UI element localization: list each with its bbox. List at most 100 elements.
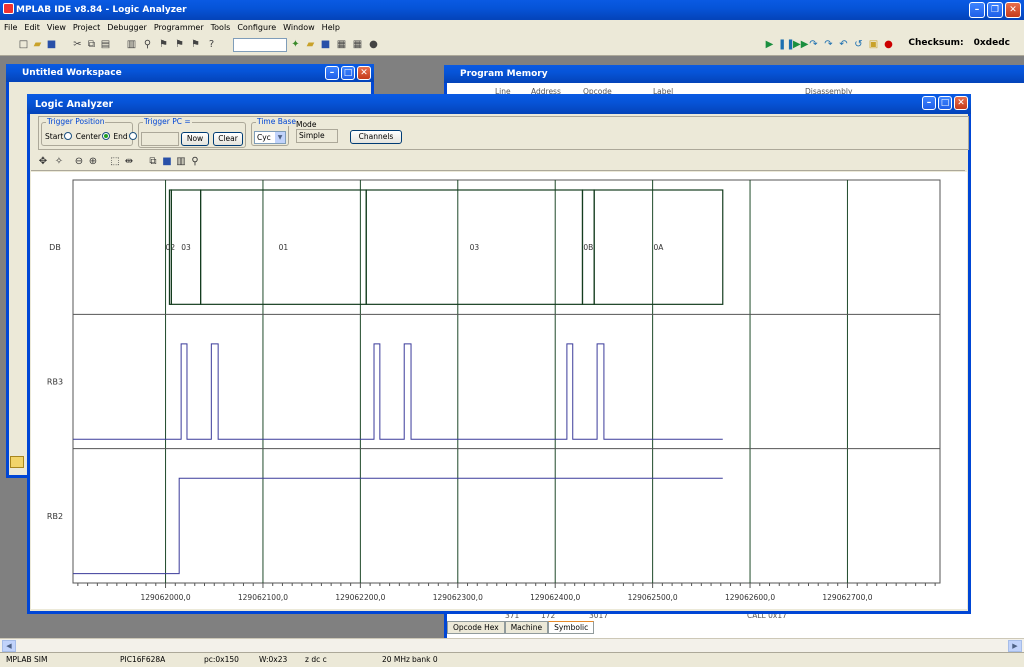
paste-icon[interactable]: ▤	[100, 39, 111, 50]
fit-icon[interactable]: ⇹	[123, 156, 135, 168]
workspace-minimize-icon[interactable]: –	[325, 66, 339, 80]
trigger-start-radio[interactable]	[64, 132, 73, 140]
tab-symbolic[interactable]: Symbolic	[548, 621, 595, 634]
x-tick-label: 129062200,0	[335, 593, 385, 602]
menu-debugger[interactable]: Debugger	[107, 23, 147, 32]
trigger-pc-field[interactable]	[141, 132, 179, 146]
new-file-icon[interactable]: □	[18, 39, 29, 50]
zoom-out-icon[interactable]: ⊖	[73, 156, 85, 168]
waveform-svg[interactable]: 129062000,0 129062100,0 129062200,0 1290623…	[31, 172, 967, 609]
time-base-select[interactable]: Cyc ▼	[254, 131, 286, 144]
cut-icon[interactable]: ✂	[72, 39, 83, 50]
minimize-icon[interactable]: –	[969, 2, 985, 18]
breakpoint-icon[interactable]: ●	[883, 39, 894, 50]
bookmark-icon[interactable]: ⚑	[158, 39, 169, 50]
workspace-title: Untitled Workspace	[22, 68, 122, 78]
plot-frame	[72, 179, 941, 584]
trigger-center-radio[interactable]	[101, 132, 110, 140]
menu-bar: File Edit View Project Debugger Programm…	[0, 20, 1024, 34]
app-title-bar[interactable]: MPLAB IDE v8.84 - Logic Analyzer – ❐ ✕	[0, 0, 1024, 20]
logic-analyzer-toolbar: ✥ ✧ ⊖ ⊕ ⬚ ⇹ ⧉ ■ ▥ ⚲	[31, 153, 965, 171]
clear-button[interactable]: Clear	[213, 132, 243, 146]
horizontal-scrollbar[interactable]: ◀ ▶	[0, 638, 1024, 652]
menu-configure[interactable]: Configure	[237, 23, 276, 32]
copy-icon[interactable]: ⧉	[86, 39, 97, 50]
logic-analyzer-title: Logic Analyzer	[35, 98, 114, 110]
trigger-position-legend: Trigger Position	[46, 117, 106, 126]
menu-edit[interactable]: Edit	[24, 23, 40, 32]
bookmark-next-icon[interactable]: ⚑	[174, 39, 185, 50]
build-icon[interactable]: ▦	[336, 39, 347, 50]
time-base-legend: Time Base	[256, 117, 298, 126]
step-over-icon[interactable]: ↷	[823, 39, 834, 50]
find-icon[interactable]: ⚲	[142, 39, 153, 50]
restore-icon[interactable]: ❐	[987, 2, 1003, 18]
menu-tools[interactable]: Tools	[211, 23, 231, 32]
open-folder-icon[interactable]: ▰	[32, 39, 43, 50]
help-icon[interactable]: ?	[206, 39, 217, 50]
mode-field: Simple	[296, 129, 338, 143]
tab-opcode-hex[interactable]: Opcode Hex	[447, 621, 505, 634]
now-button[interactable]: Now	[181, 132, 209, 146]
step-into-icon[interactable]: ↷	[808, 39, 819, 50]
info-icon[interactable]: ●	[368, 39, 379, 50]
open-project-icon[interactable]: ▰	[305, 39, 316, 50]
workspace-title-bar[interactable]: Untitled Workspace – □ ✕	[6, 64, 374, 82]
trigger-end-radio[interactable]	[128, 132, 137, 140]
animate-icon[interactable]: ▶▶	[793, 39, 808, 50]
program-memory-title: Program Memory	[460, 69, 548, 79]
close-icon[interactable]: ✕	[1005, 2, 1021, 18]
menu-window[interactable]: Window	[283, 23, 315, 32]
menu-file[interactable]: File	[4, 23, 17, 32]
print-icon[interactable]: ▥	[126, 39, 137, 50]
pan-icon[interactable]: ✥	[37, 156, 49, 168]
new-project-icon[interactable]: ✦	[290, 39, 301, 50]
signal-label-db: DB	[49, 243, 61, 252]
scroll-left-icon[interactable]: ◀	[2, 640, 16, 652]
save-icon[interactable]: ■	[46, 39, 57, 50]
folder-icon[interactable]	[10, 456, 24, 468]
build-config-dropdown[interactable]	[233, 38, 287, 52]
step-out-icon[interactable]: ↶	[838, 39, 849, 50]
la-minimize-icon[interactable]: –	[922, 96, 936, 110]
bus-value-label: 03	[181, 243, 191, 252]
menu-view[interactable]: View	[47, 23, 66, 32]
save-project-icon[interactable]: ■	[320, 39, 331, 50]
bus-value-label: 0A	[654, 243, 665, 252]
app-title: MPLAB IDE v8.84 - Logic Analyzer	[16, 5, 187, 15]
copy-plot-icon[interactable]: ⧉	[147, 156, 159, 168]
waveform-plot[interactable]: 129062000,0 129062100,0 129062200,0 1290623…	[31, 172, 967, 609]
print-plot-icon[interactable]: ▥	[175, 156, 187, 168]
halt-icon[interactable]: ❚❚	[778, 39, 795, 50]
menu-help[interactable]: Help	[322, 23, 340, 32]
select-icon[interactable]: ✧	[53, 156, 65, 168]
trigger-end-label: End	[113, 132, 128, 141]
la-close-icon[interactable]: ✕	[954, 96, 968, 110]
workspace-maximize-icon[interactable]: □	[341, 66, 355, 80]
channels-button[interactable]: Channels	[350, 130, 402, 144]
zoom-box-icon[interactable]: ⬚	[109, 156, 121, 168]
trigger-center-label: Center	[75, 132, 101, 141]
workspace-close-icon[interactable]: ✕	[357, 66, 371, 80]
program-memory-tabs: Opcode Hex Machine Symbolic	[447, 621, 595, 634]
menu-programmer[interactable]: Programmer	[154, 23, 204, 32]
menu-project[interactable]: Project	[73, 23, 100, 32]
save-plot-icon[interactable]: ■	[161, 156, 173, 168]
run-icon[interactable]: ▶	[764, 39, 775, 50]
status-w: W:0x23	[259, 655, 288, 664]
chevron-down-icon[interactable]: ▼	[275, 132, 285, 143]
x-tick-label: 129062700,0	[822, 593, 872, 602]
bookmark-prev-icon[interactable]: ⚑	[190, 39, 201, 50]
program-memory-title-bar[interactable]: Program Memory	[444, 65, 1024, 83]
reset-icon[interactable]: ↺	[853, 39, 864, 50]
logic-analyzer-controls: Trigger Position Start Center End Trigge…	[38, 116, 969, 150]
logic-analyzer-title-bar[interactable]: Logic Analyzer – □ ✕	[27, 94, 971, 114]
print-preview-icon[interactable]: ⚲	[189, 156, 201, 168]
scroll-right-icon[interactable]: ▶	[1008, 640, 1022, 652]
zoom-in-icon[interactable]: ⊕	[87, 156, 99, 168]
x-tick-label: 129062500,0	[628, 593, 678, 602]
tab-machine[interactable]: Machine	[504, 621, 549, 634]
breakpoints-icon[interactable]: ▣	[868, 39, 879, 50]
make-icon[interactable]: ▦	[352, 39, 363, 50]
la-maximize-icon[interactable]: □	[938, 96, 952, 110]
